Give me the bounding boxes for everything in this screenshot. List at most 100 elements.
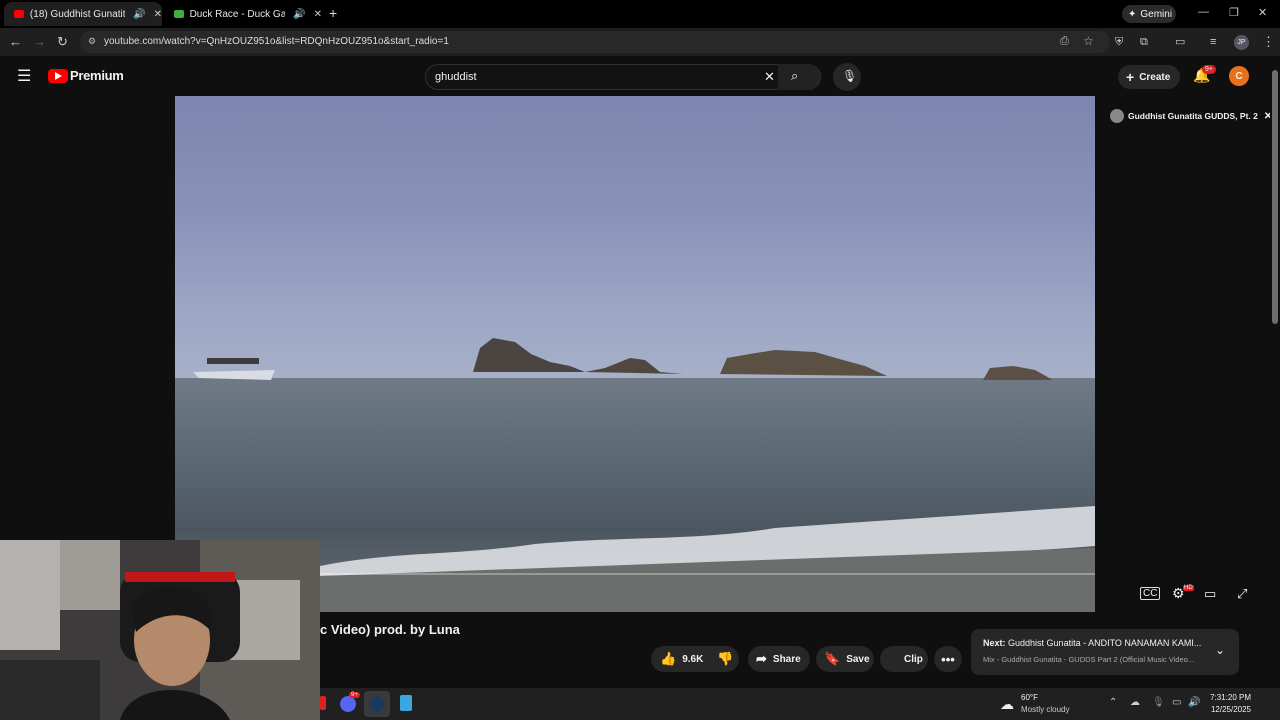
browser-tab-strip: (18) Guddhist Gunatita - GI 🔊 ✕ Duck Rac… [0,0,1280,28]
tab-close-icon[interactable]: ✕ [314,9,322,20]
cloud-weather-icon: ☁ [1000,696,1014,712]
create-label: Create [1139,71,1171,83]
chevron-down-icon[interactable]: ⌄ [1215,643,1225,657]
duck-favicon-icon [174,10,184,18]
reload-icon[interactable]: ↻ [57,34,68,50]
tab-title: (18) Guddhist Gunatita - GI [29,8,126,20]
like-dislike-group: 👍 9.6K 👎 [651,646,739,672]
weather-description: Mostly cloudy [1021,705,1070,714]
share-arrow-icon: ➦ [756,651,767,666]
share-button[interactable]: ➦ Share [748,646,810,672]
profile-avatar[interactable]: JP [1234,35,1249,50]
webcam-overlay [0,540,320,720]
browser-toolbar: ← → ↻ ⚙ youtube.com/watch?v=QnHzOUZ951o&… [0,28,1280,56]
next-subtitle: Mix - Guddhist Gunatita - GUDDS Part 2 (… [983,655,1195,664]
next-prefix: Next: [983,638,1006,648]
hd-badge: HD [1183,585,1194,591]
tab-title: Duck Race - Duck Games [189,8,286,20]
search-icon: ⌕ [791,68,799,83]
forward-icon[interactable]: → [33,34,46,50]
steam-icon [369,696,385,712]
account-avatar[interactable]: C [1229,66,1249,86]
speaker-icon[interactable]: 🔊 [133,9,145,20]
hamburger-menu-icon[interactable]: ☰ [17,66,31,86]
youtube-favicon-icon [14,10,24,18]
voice-search-button[interactable]: 🎙 [833,63,861,91]
volume-icon[interactable]: 🔊 [1188,697,1200,708]
video-title: c Video) prod. by Luna [320,622,460,637]
bookmark-icon: 🔖 [824,651,841,666]
clip-button[interactable]: Clip [880,646,928,672]
theater-mode-icon[interactable]: ▭ [1204,586,1216,602]
discord-icon[interactable] [340,696,356,712]
minimize-icon[interactable]: — [1198,6,1209,18]
kebab-menu-icon[interactable]: ⋮ [1262,34,1275,50]
youtube-logo-icon [48,68,68,83]
thumbs-up-icon[interactable]: 👍 [660,651,676,667]
extensions-puzzle-icon[interactable]: ⧉ [1140,34,1148,50]
windows-taskbar: 9+ ☁ 60°F Mostly cloudy ⌃ ☁ 🎙 ▭ 🔊 7:31:2… [320,688,1280,720]
install-app-icon[interactable]: ⎙ [1060,35,1069,48]
new-tab-icon[interactable]: + [329,5,337,21]
search-button[interactable]: ⌕ [778,64,820,90]
channel-thumbnail [1110,109,1124,123]
up-next-title-line: Next: Guddhist Gunatita - ANDITO NANAMAN… [983,638,1201,648]
save-label: Save [846,653,870,665]
gemini-button[interactable]: ✦ Gemini [1122,5,1176,23]
tray-overflow-chevron-icon[interactable]: ⌃ [1109,697,1117,708]
next-title: Guddhist Gunatita - ANDITO NANAMAN KAMI.… [1008,638,1202,648]
tab-close-icon[interactable]: ✕ [154,9,162,20]
search-input[interactable]: ghuddist [435,71,477,83]
speaker-icon[interactable]: 🔊 [293,9,305,20]
share-label: Share [772,653,801,665]
mix-title: Guddhist Gunatita GUDDS, Pt. 2 [1128,111,1258,121]
youtube-header: ☰ Premium ghuddist ✕ ⌕ 🎙 + Create 🔔 9+ C [0,56,1270,96]
video-frame-scene [193,338,1095,612]
subtitles-cc-icon[interactable]: CC [1140,587,1161,600]
clock-date[interactable]: 12/25/2025 [1207,705,1251,714]
sparkle-icon: ✦ [1128,8,1137,20]
notification-badge: 9+ [1202,65,1216,74]
address-bar[interactable]: ⚙ youtube.com/watch?v=QnHzOUZ951o&list=R… [80,31,1110,53]
network-icon[interactable]: ▭ [1172,697,1181,708]
thumbs-down-icon[interactable]: 👎 [717,651,733,667]
restore-icon[interactable]: ❐ [1229,6,1239,19]
site-info-icon[interactable]: ⚙ [88,36,96,47]
steam-taskbar-button[interactable] [364,691,390,717]
taskbar-app-red-icon[interactable] [320,696,326,710]
scrollbar-thumb[interactable] [1272,70,1278,324]
plus-icon: + [1126,69,1135,85]
up-next-card[interactable]: Next: Guddhist Gunatita - ANDITO NANAMAN… [971,629,1239,675]
search-box[interactable]: ghuddist ✕ ⌕ [425,64,821,90]
fullscreen-icon[interactable]: ⤢ [1237,586,1247,602]
onedrive-icon[interactable]: ☁ [1130,697,1140,708]
back-icon[interactable]: ← [9,34,22,50]
create-button[interactable]: + Create [1118,65,1180,89]
notepad-icon[interactable] [400,695,412,711]
discord-badge: 9+ [349,692,360,698]
weather-temperature: 60°F [1021,693,1038,702]
playlist-mix-header[interactable]: Guddhist Gunatita GUDDS, Pt. 2 ✕ [1110,106,1272,126]
browser-tab-youtube[interactable]: (18) Guddhist Gunatita - GI 🔊 ✕ [4,2,162,26]
reading-list-icon[interactable]: ≡ [1210,34,1216,50]
media-control-icon[interactable]: ▭ [1175,34,1185,50]
premium-label: Premium [70,68,124,83]
window-close-icon[interactable]: ✕ [1258,6,1267,19]
url-text: youtube.com/watch?v=QnHzOUZ951o&list=RDQ… [104,36,449,47]
clear-search-icon[interactable]: ✕ [764,69,775,85]
bookmark-star-icon[interactable]: ☆ [1083,34,1094,48]
clock-time[interactable]: 7:31:20 PM [1207,693,1251,702]
more-actions-icon[interactable]: ••• [934,646,962,672]
browser-tab-duck-race[interactable]: Duck Race - Duck Games 🔊 ✕ [164,2,322,26]
youtube-premium-logo[interactable]: Premium [48,68,124,83]
video-player[interactable] [175,96,1095,612]
save-button[interactable]: 🔖 Save [816,646,874,672]
page-scrollbar[interactable] [1270,56,1280,688]
like-count[interactable]: 9.6K [682,654,703,665]
gemini-label: Gemini [1140,8,1173,20]
shield-extension-icon[interactable]: ⛨ [1115,34,1123,50]
webcam-feed [0,540,320,720]
clip-label: Clip [904,653,923,665]
microphone-icon: 🎙 [842,69,858,83]
mic-tray-icon[interactable]: 🎙 [1152,697,1165,708]
